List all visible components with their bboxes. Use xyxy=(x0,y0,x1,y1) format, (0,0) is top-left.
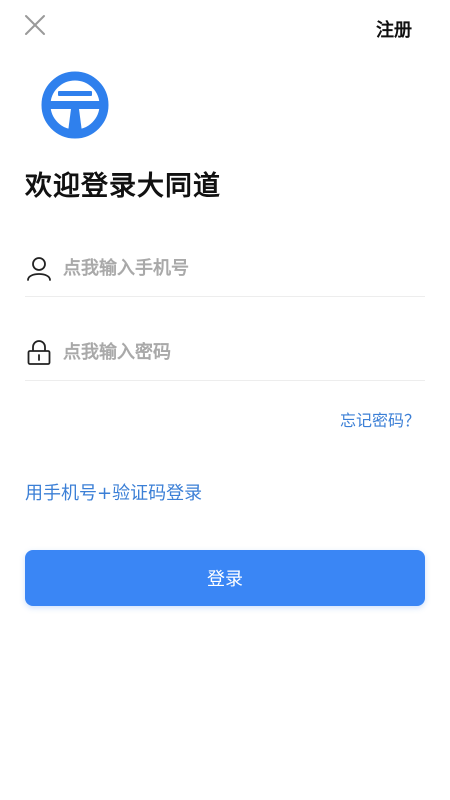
close-icon xyxy=(24,14,46,40)
register-link[interactable]: 注册 xyxy=(376,16,412,42)
close-button[interactable] xyxy=(22,14,48,40)
forgot-password-link[interactable]: 忘记密码？ xyxy=(340,407,420,431)
login-button[interactable]: 登录 xyxy=(25,550,425,606)
lock-icon xyxy=(25,338,53,366)
phone-input[interactable] xyxy=(63,257,425,279)
password-input[interactable] xyxy=(63,341,425,363)
password-field-row xyxy=(25,330,425,381)
sms-login-link[interactable]: 用手机号+验证码登录 xyxy=(25,479,202,505)
phone-field-row xyxy=(25,246,425,297)
datongdao-logo xyxy=(40,70,110,140)
page-title: 欢迎登录大同道 xyxy=(25,171,221,202)
user-icon xyxy=(25,254,53,282)
